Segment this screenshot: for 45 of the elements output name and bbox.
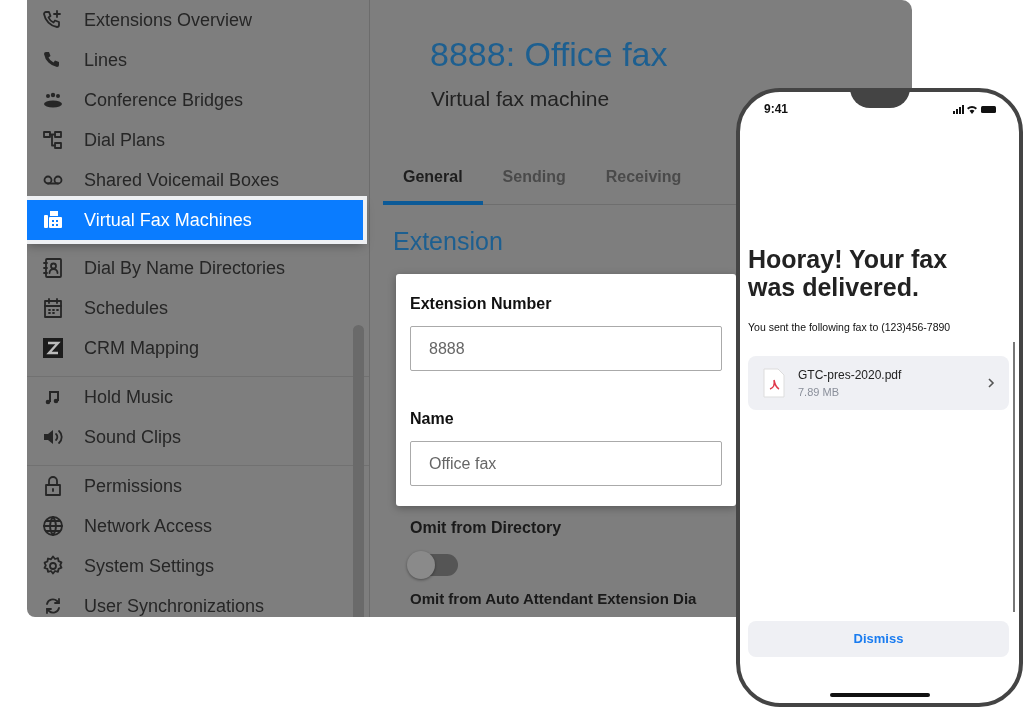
input-field[interactable]: 8888: [410, 326, 722, 372]
field-label: Name: [410, 409, 455, 430]
sidebar-item[interactable]: Hold Music: [27, 377, 369, 417]
flowchart-icon: [42, 129, 64, 151]
sidebar-item[interactable]: Sound Clips: [27, 417, 369, 457]
scrollbar[interactable]: [353, 325, 364, 617]
settings-icon: [42, 555, 64, 577]
file-name: GTC-pres-2020.pdf: [798, 366, 903, 384]
sidebar-item[interactable]: Extensions Overview: [27, 0, 369, 40]
pdf-file-icon: [762, 368, 786, 398]
status-icons: [953, 104, 997, 114]
sidebar-item[interactable]: System Settings: [27, 546, 369, 586]
sidebar-item[interactable]: Permissions: [27, 466, 369, 506]
page-subtitle: Virtual fax machine: [431, 86, 610, 113]
sidebar-item[interactable]: Network Access: [27, 506, 369, 546]
file-size: 7.89 MB: [798, 384, 840, 400]
tab[interactable]: General: [383, 154, 483, 205]
input-field[interactable]: Office fax: [410, 441, 722, 487]
status-time: 9:41: [764, 101, 789, 118]
sidebar-item[interactable]: CRM Mapping: [27, 328, 369, 368]
sidebar-item[interactable]: Dial Plans: [27, 120, 369, 160]
sidebar-item[interactable]: Schedules: [27, 288, 369, 328]
setting-label: Omit from Auto Attendant Extension Dia: [410, 589, 698, 610]
sidebar-item[interactable]: Conference Bridges: [27, 80, 369, 120]
chevron-icon: [987, 377, 995, 389]
sidebar-item[interactable]: Lines: [27, 40, 369, 80]
section-title: Extension: [393, 225, 503, 257]
phone-plus-icon: [42, 9, 64, 31]
sidebar-item[interactable]: Dial By Name Directories: [27, 248, 369, 288]
z-logo-icon: [42, 337, 64, 359]
attachment-item[interactable]: GTC-pres-2020.pdf 7.89 MB: [748, 355, 1009, 411]
page-title: 8888: Office fax: [430, 36, 668, 74]
success-message: You sent the following fax to (123)456-7890: [748, 320, 952, 335]
calendar-icon: [42, 297, 64, 319]
success-heading: Hooray! Your fax was delivered.: [748, 246, 949, 301]
dismiss-button[interactable]: Dismiss: [748, 621, 1009, 657]
globe-icon: [42, 515, 64, 537]
toggle-switch[interactable]: [410, 554, 458, 577]
field-label: Extension Number: [410, 294, 553, 315]
lock-icon: [42, 475, 64, 497]
fax-icon: [42, 209, 64, 231]
sidebar-item[interactable]: User Synchronizations: [27, 586, 369, 617]
contact-book-icon: [42, 257, 64, 279]
setting-label: Omit from Directory: [410, 518, 563, 539]
sidebar-item[interactable]: Shared Voicemail Boxes: [27, 160, 369, 200]
